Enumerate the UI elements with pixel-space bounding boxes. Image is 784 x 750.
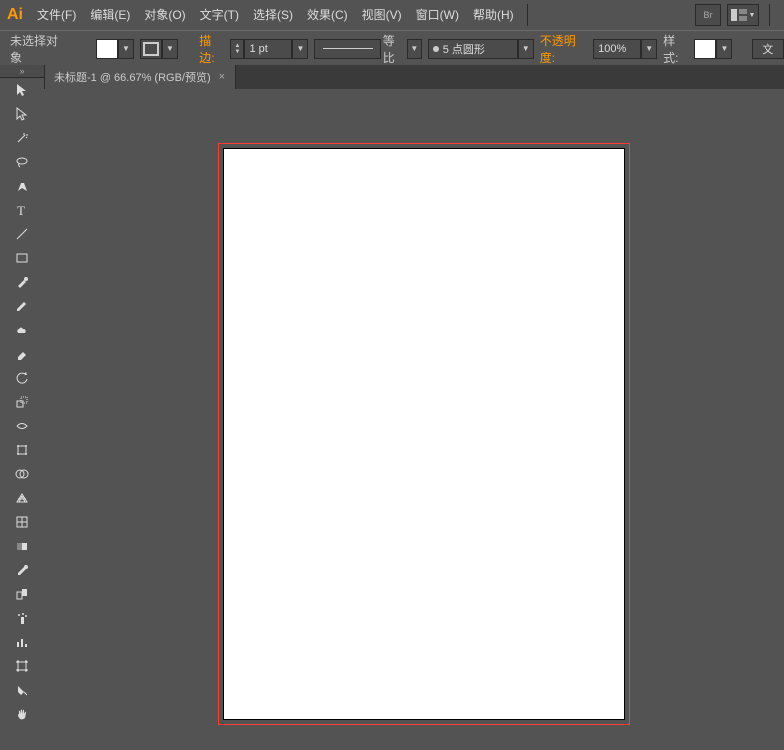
lasso-tool[interactable] — [10, 150, 34, 174]
app-logo: Ai — [0, 0, 30, 30]
document-tab[interactable]: 未标题-1 @ 66.67% (RGB/预览) × — [44, 65, 236, 89]
slice-tool[interactable] — [10, 678, 34, 702]
eyedropper-tool[interactable] — [10, 558, 34, 582]
brush-definition[interactable]: 5 点圆形 — [428, 39, 518, 59]
tab-close-icon[interactable]: × — [219, 71, 225, 83]
magic-wand-tool[interactable] — [10, 126, 34, 150]
artboard-tool[interactable] — [10, 654, 34, 678]
menu-bar: Ai 文件(F) 编辑(E) 对象(O) 文字(T) 选择(S) 效果(C) 视… — [0, 0, 784, 31]
pencil-tool[interactable] — [10, 294, 34, 318]
stroke-dropdown[interactable]: ▼ — [162, 39, 178, 59]
document-tabs: 未标题-1 @ 66.67% (RGB/预览) × — [44, 65, 784, 90]
width-tool[interactable] — [10, 414, 34, 438]
stroke-label[interactable]: 描边: — [199, 32, 224, 66]
menu-view[interactable]: 视图(V) — [355, 0, 409, 30]
document-tab-title: 未标题-1 @ 66.67% (RGB/预览) — [54, 69, 211, 85]
fill-dropdown[interactable]: ▼ — [118, 39, 134, 59]
style-dropdown[interactable]: ▼ — [716, 39, 732, 59]
direct-selection-tool[interactable] — [10, 102, 34, 126]
divider — [527, 4, 528, 26]
artboard-bounds — [218, 143, 630, 725]
brush-name: 5 点圆形 — [443, 41, 485, 57]
gradient-tool[interactable] — [10, 534, 34, 558]
fill-swatch[interactable] — [96, 39, 118, 59]
menu-select[interactable]: 选择(S) — [246, 0, 300, 30]
opacity-dropdown[interactable]: ▼ — [641, 39, 657, 59]
stroke-swatch[interactable] — [140, 39, 162, 59]
artboard[interactable] — [223, 148, 625, 720]
blend-tool[interactable] — [10, 582, 34, 606]
symbol-sprayer-tool[interactable] — [10, 606, 34, 630]
style-swatch[interactable] — [694, 39, 716, 59]
scale-tool[interactable] — [10, 390, 34, 414]
bridge-button[interactable]: Br — [695, 4, 721, 26]
document-setup-button[interactable]: 文 — [752, 39, 784, 59]
brush-dropdown[interactable]: ▼ — [518, 39, 534, 59]
profile-label: 等比 — [383, 32, 405, 66]
tools-panel: » T — [0, 65, 45, 750]
tools-expand-handle[interactable]: » — [0, 65, 44, 78]
svg-text:T: T — [17, 203, 25, 217]
menu-window[interactable]: 窗口(W) — [409, 0, 466, 30]
stroke-weight-input[interactable]: 1 pt — [244, 39, 292, 59]
rectangle-tool[interactable] — [10, 246, 34, 270]
selection-status: 未选择对象 — [10, 32, 65, 66]
opacity-label[interactable]: 不透明度: — [540, 32, 587, 66]
menu-type[interactable]: 文字(T) — [193, 0, 246, 30]
blob-brush-tool[interactable] — [10, 318, 34, 342]
perspective-grid-tool[interactable] — [10, 486, 34, 510]
mesh-tool[interactable] — [10, 510, 34, 534]
control-bar: 未选择对象 ▼ ▼ 描边: ▲▼ 1 pt ▼ 等比 ▼ 5 点圆形 ▼ 不透明… — [0, 30, 784, 67]
arrange-icon — [731, 9, 747, 21]
arrange-documents-button[interactable]: ▼ — [727, 4, 759, 26]
menu-file[interactable]: 文件(F) — [30, 0, 83, 30]
stroke-weight-stepper[interactable]: ▲▼ — [230, 39, 244, 59]
pen-tool[interactable] — [10, 174, 34, 198]
profile-preview[interactable] — [314, 39, 380, 59]
menu-object[interactable]: 对象(O) — [137, 0, 192, 30]
selection-tool[interactable] — [10, 78, 34, 102]
canvas-area[interactable] — [44, 89, 784, 750]
paintbrush-tool[interactable] — [10, 270, 34, 294]
hand-tool[interactable] — [10, 702, 34, 726]
rotate-tool[interactable] — [10, 366, 34, 390]
fill-swatch-group[interactable]: ▼ — [96, 39, 134, 59]
dot-icon — [433, 46, 439, 52]
menu-help[interactable]: 帮助(H) — [466, 0, 521, 30]
type-tool[interactable]: T — [10, 198, 34, 222]
column-graph-tool[interactable] — [10, 630, 34, 654]
divider — [769, 4, 770, 26]
eraser-tool[interactable] — [10, 342, 34, 366]
menu-effect[interactable]: 效果(C) — [300, 0, 355, 30]
opacity-input[interactable]: 100% — [593, 39, 641, 59]
profile-dropdown[interactable]: ▼ — [407, 39, 422, 59]
stroke-weight-dropdown[interactable]: ▼ — [292, 39, 308, 59]
stroke-swatch-group[interactable]: ▼ — [140, 39, 178, 59]
menu-edit[interactable]: 编辑(E) — [83, 0, 137, 30]
line-tool[interactable] — [10, 222, 34, 246]
shape-builder-tool[interactable] — [10, 462, 34, 486]
style-label: 样式: — [663, 32, 688, 66]
free-transform-tool[interactable] — [10, 438, 34, 462]
